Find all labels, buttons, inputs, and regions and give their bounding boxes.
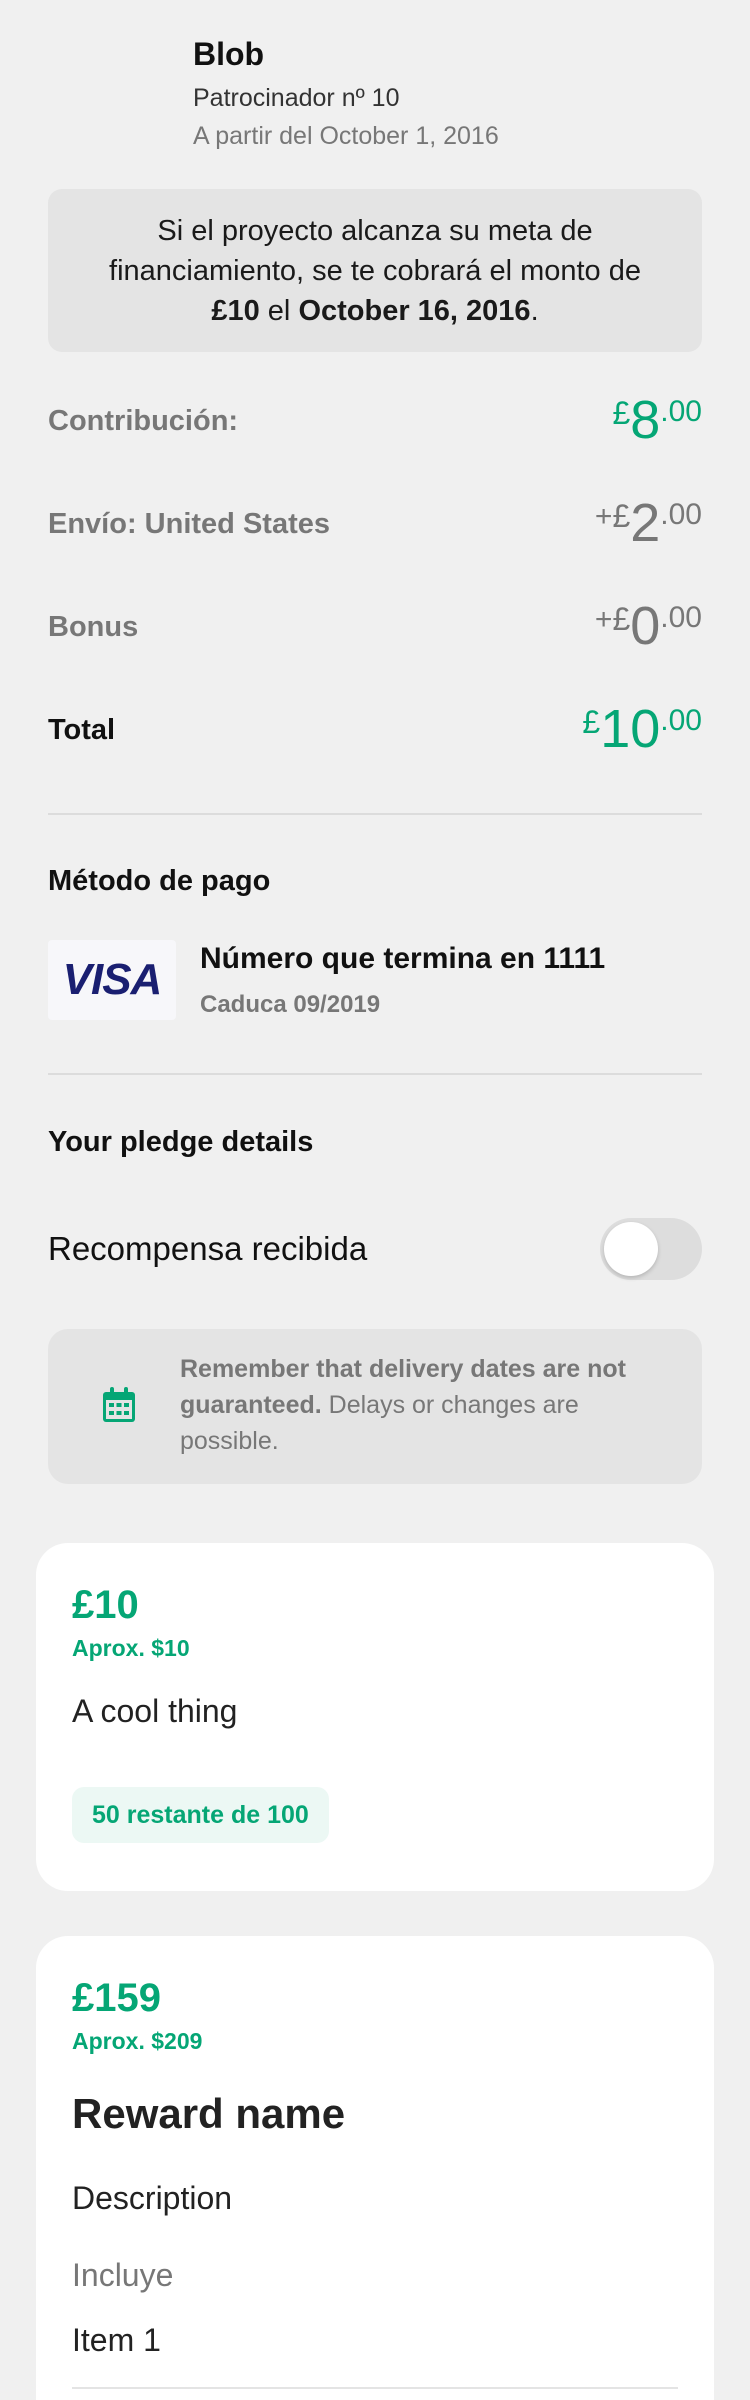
notice-date: October 16, 2016 — [298, 294, 531, 327]
reward-received-label: Recompensa recibida — [48, 1230, 368, 1267]
notice-amount: £10 — [211, 294, 260, 327]
card-number: Número que termina en 1111 — [200, 942, 606, 975]
reward-item: Item 1 — [72, 2322, 161, 2358]
visa-logo: VISA — [48, 940, 176, 1020]
reward-description: Description — [72, 2180, 233, 2216]
contribution-label: Contribución: — [48, 405, 239, 437]
reward-includes-label: Incluye — [72, 2257, 174, 2293]
divider — [48, 813, 702, 815]
pledge-details-title: Your pledge details — [48, 1126, 314, 1158]
calendar-icon — [103, 1387, 135, 1422]
reward-card[interactable]: £159 Aprox. $209 Reward name Description… — [36, 1936, 714, 2400]
reward-title: A cool thing — [72, 1693, 238, 1729]
shipping-currency: £ — [612, 498, 631, 534]
reward-price: £159 — [72, 1976, 161, 2020]
reward-price: £10 — [72, 1583, 139, 1627]
bonus-label: Bonus — [48, 611, 139, 643]
toggle-knob — [604, 1222, 658, 1276]
reward-received-toggle[interactable] — [600, 1218, 702, 1280]
shipping-amount: + £ 2 .00 — [595, 496, 702, 550]
notice-text-before: Si el proyecto alcanza su meta de financ… — [109, 214, 641, 287]
total-cents: .00 — [660, 704, 702, 737]
shipping-label: Envío: United States — [48, 508, 330, 540]
notice-text-middle: el — [259, 294, 299, 327]
contribution-cents: .00 — [660, 395, 702, 428]
bonus-amount: + £ 0 .00 — [595, 599, 702, 653]
total-amount: £ 10 .00 — [582, 702, 702, 756]
charge-notice: Si el proyecto alcanza su meta de financ… — [48, 189, 702, 352]
notice-text-after: . — [530, 294, 539, 327]
contribution-amount: £ 8 .00 — [612, 393, 702, 447]
reward-card[interactable]: £10 Aprox. $10 A cool thing 50 restante … — [36, 1543, 714, 1891]
bonus-cents: .00 — [660, 601, 702, 634]
backer-sequence: Patrocinador nº 10 — [193, 84, 400, 112]
delivery-note-text: Remember that delivery dates are not gua… — [180, 1351, 680, 1459]
reward-name: Reward name — [72, 2090, 346, 2137]
remaining-badge: 50 restante de 100 — [72, 1787, 329, 1843]
shipping-prefix: + — [594, 500, 613, 533]
bonus-whole: 0 — [630, 596, 661, 656]
total-whole: 10 — [600, 699, 661, 759]
contribution-currency: £ — [612, 395, 631, 431]
delivery-note: Remember that delivery dates are not gua… — [48, 1329, 702, 1484]
reward-approx-price: Aprox. $10 — [72, 1635, 190, 1661]
item-divider — [72, 2387, 678, 2389]
total-label: Total — [48, 714, 116, 746]
card-expiry: Caduca 09/2019 — [200, 991, 381, 1018]
bonus-currency: £ — [612, 601, 631, 637]
shipping-whole: 2 — [630, 493, 661, 553]
contribution-whole: 8 — [630, 390, 661, 450]
total-currency: £ — [582, 704, 601, 740]
visa-brand-text: VISA — [62, 955, 163, 1004]
payment-method-title: Método de pago — [48, 865, 271, 897]
divider — [48, 1073, 702, 1075]
backer-since-date: A partir del October 1, 2016 — [193, 122, 499, 150]
reward-approx-price: Aprox. $209 — [72, 2028, 203, 2054]
bonus-prefix: + — [594, 603, 613, 636]
shipping-cents: .00 — [660, 498, 702, 531]
backer-name: Blob — [193, 36, 265, 72]
